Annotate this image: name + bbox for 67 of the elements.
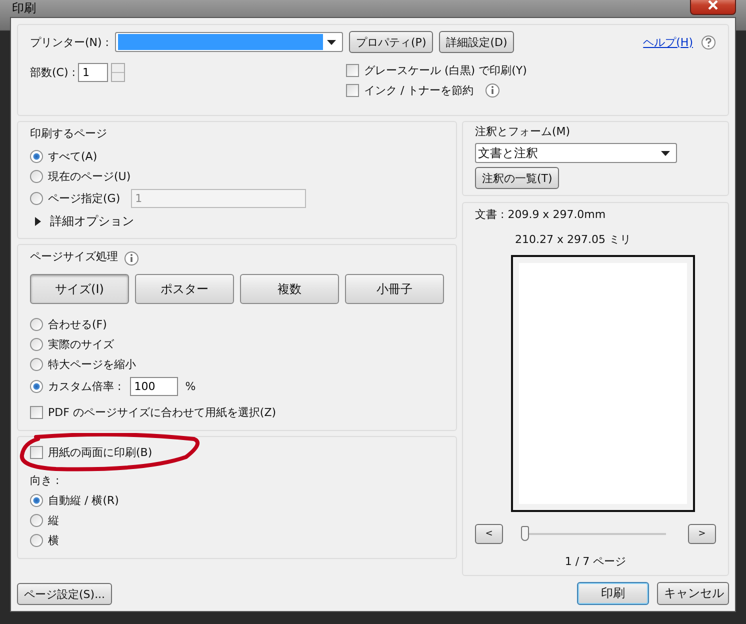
radio-button[interactable] — [30, 494, 43, 507]
dropdown-arrow-icon — [327, 40, 336, 44]
copies-field[interactable]: 1 — [78, 63, 108, 82]
page-counter: 1 / 7 ページ — [564, 554, 626, 569]
mode-tab[interactable]: 小冊子 — [345, 274, 444, 304]
radio-button[interactable] — [30, 150, 43, 163]
radio-label: 合わせる(F) — [48, 317, 107, 332]
checkbox-label: インク / トナーを節約 — [364, 83, 474, 98]
mode-tab[interactable]: 複数 — [240, 274, 339, 304]
checkbox[interactable] — [30, 406, 43, 419]
radio-button[interactable] — [30, 192, 43, 205]
section-title: 向き : — [30, 473, 60, 488]
page-setup-button[interactable]: ページ設定(S)... — [17, 583, 112, 605]
close-icon — [707, 0, 719, 10]
printer-button[interactable]: プロパティ(P) — [349, 31, 434, 53]
help-link[interactable]: ヘルプ(H) — [643, 34, 693, 50]
radio-button[interactable] — [30, 318, 43, 331]
radio-button[interactable] — [30, 338, 43, 351]
checkbox[interactable] — [346, 84, 359, 97]
more-options-toggle[interactable]: 詳細オプション — [30, 213, 444, 230]
window-title: 印刷 — [11, 0, 36, 17]
unit-label: % — [185, 380, 196, 393]
printer-button[interactable]: 詳細設定(D) — [439, 31, 514, 53]
radio-button[interactable] — [30, 380, 43, 393]
radio-button[interactable] — [30, 514, 43, 527]
radio-label: カスタム倍率 : — [48, 379, 122, 394]
radio-label: 横 — [48, 533, 59, 548]
radio-label: ページ指定(G) — [48, 191, 120, 206]
annotations-list-button[interactable]: 注釈の一覧(T) — [475, 167, 560, 189]
checkbox-label: グレースケール (白黒) で印刷(Y) — [364, 63, 527, 78]
radio-label: 実際のサイズ — [48, 337, 114, 352]
dropdown-arrow-icon — [661, 150, 670, 156]
scale-field[interactable]: 100 — [130, 377, 178, 396]
checkbox-label: 用紙の両面に印刷(B) — [48, 445, 152, 460]
mode-tab[interactable]: サイズ(I) — [30, 274, 129, 304]
radio-button[interactable] — [30, 534, 43, 547]
copies-label: 部数(C) : — [30, 65, 76, 80]
caret-right-icon — [34, 217, 42, 226]
mode-tab[interactable]: ポスター — [135, 274, 234, 304]
help-icon[interactable] — [701, 34, 716, 50]
cancel-button[interactable]: キャンセル — [657, 582, 729, 605]
section-title: ページサイズ処理 — [30, 249, 118, 264]
copies-spinner[interactable] — [111, 63, 126, 82]
radio-button[interactable] — [30, 358, 43, 371]
section-title: 印刷するページ — [30, 126, 108, 141]
radio-label: 縦 — [48, 513, 59, 528]
page-slider-thumb[interactable] — [521, 526, 529, 541]
radio-label: 自動縦 / 横(R) — [48, 493, 119, 508]
section-title: 注釈とフォーム(M) — [475, 124, 572, 139]
previous-page-button[interactable]: < — [475, 524, 503, 544]
radio-label: 現在のページ(U) — [48, 169, 131, 184]
close-button[interactable] — [690, 0, 736, 14]
checkbox-label: PDF のページサイズに合わせて用紙を選択(Z) — [48, 405, 276, 420]
info-icon[interactable] — [484, 83, 500, 98]
info-icon[interactable] — [124, 250, 139, 266]
radio-button[interactable] — [30, 170, 43, 183]
radio-label: 特大ページを縮小 — [48, 357, 136, 372]
radio-label: すべて(A) — [48, 149, 98, 164]
paper-size: 210.27 x 297.05 ミリ — [515, 232, 631, 247]
printer-label: プリンター(N) : — [30, 34, 110, 50]
print-button[interactable]: 印刷 — [577, 582, 649, 605]
next-page-button[interactable]: > — [688, 524, 716, 544]
document-size: 文書 : 209.9 x 297.0mm — [475, 207, 607, 222]
checkbox[interactable] — [346, 64, 359, 77]
printer-dropdown[interactable] — [115, 32, 344, 52]
checkbox[interactable] — [30, 446, 43, 459]
annotations-dropdown[interactable]: 文書と注釈 — [475, 143, 677, 163]
